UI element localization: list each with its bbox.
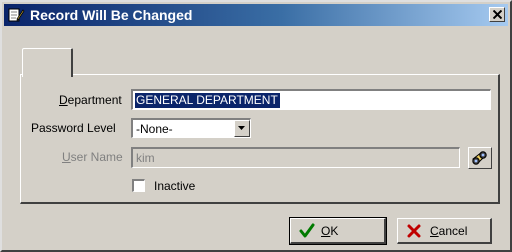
user-name-input[interactable]: kim: [131, 147, 460, 168]
user-lookup-button[interactable]: [468, 147, 492, 169]
dialog-window: Record Will Be Changed Department GENERA…: [0, 0, 512, 252]
pencil-document-icon: [8, 7, 25, 22]
department-input[interactable]: GENERAL DEPARTMENT: [131, 89, 491, 110]
title-bar[interactable]: Record Will Be Changed: [4, 4, 508, 26]
cancel-button[interactable]: Cancel: [397, 218, 492, 244]
department-label: Department: [59, 93, 122, 107]
password-level-value: -None-: [136, 122, 173, 136]
binoculars-icon: [472, 151, 487, 165]
dropdown-button[interactable]: [234, 120, 250, 137]
inactive-checkbox[interactable]: [132, 179, 145, 192]
window-title: Record Will Be Changed: [30, 7, 193, 23]
department-value: GENERAL DEPARTMENT: [135, 93, 280, 108]
x-icon: [407, 224, 421, 238]
inactive-label[interactable]: Inactive: [154, 179, 195, 193]
checkmark-icon: [299, 223, 315, 238]
ok-button-label: OK: [321, 224, 339, 238]
close-button[interactable]: [489, 7, 505, 22]
chevron-down-icon: [238, 126, 245, 130]
password-level-label: Password Level: [31, 121, 116, 135]
password-level-select[interactable]: -None-: [131, 118, 251, 138]
user-name-label: User Name: [62, 150, 123, 164]
cancel-button-label: Cancel: [430, 224, 468, 238]
close-icon: [493, 10, 502, 19]
tab-general[interactable]: [22, 48, 73, 77]
ok-button[interactable]: OK: [289, 217, 387, 245]
user-name-value: kim: [136, 151, 155, 165]
